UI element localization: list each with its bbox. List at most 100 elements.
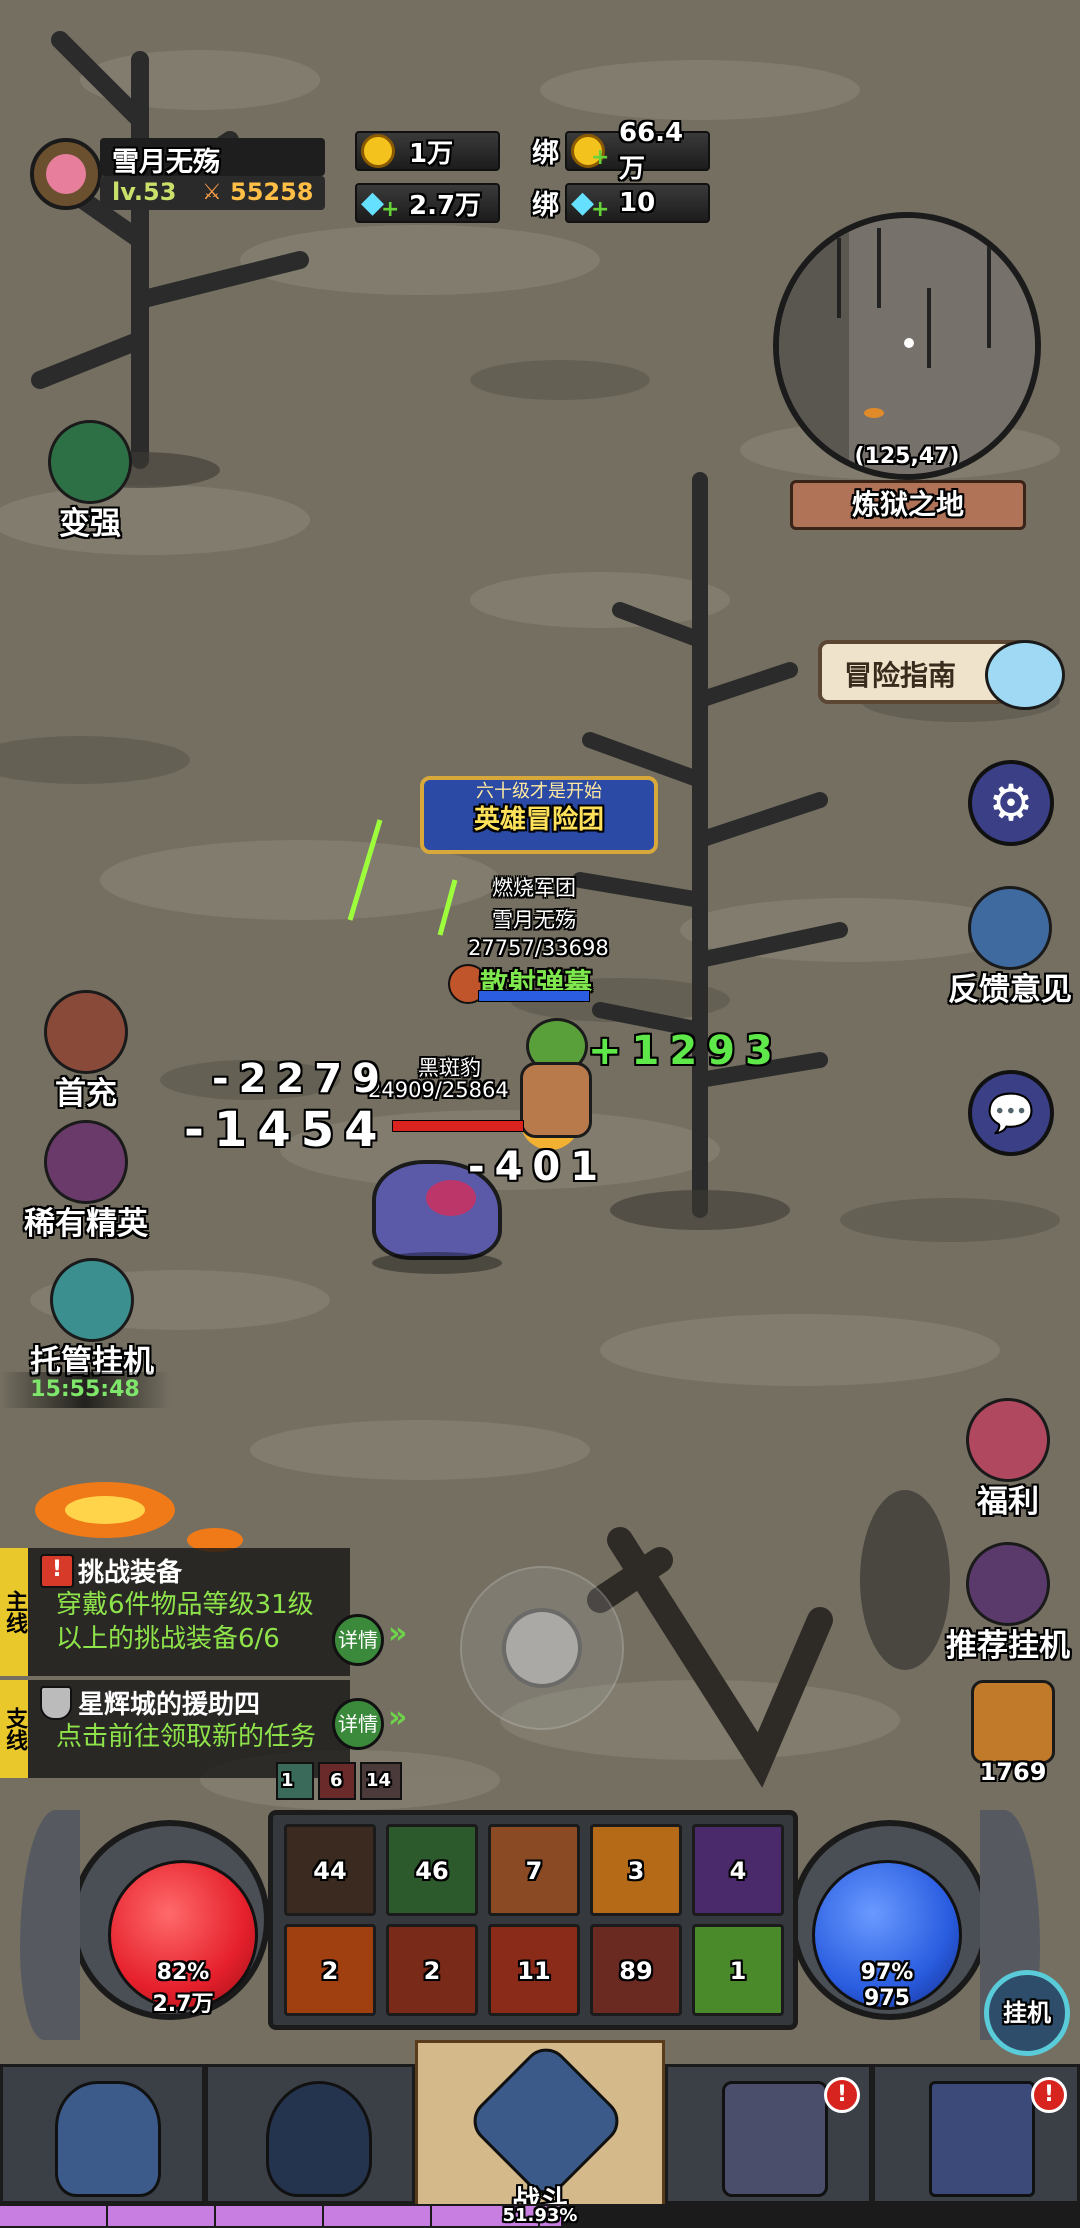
joystick-knob[interactable]	[502, 1608, 582, 1688]
player-level-plate: lv.53 ⚔ 55258	[100, 176, 325, 210]
buff-icon-2[interactable]: 6	[318, 1762, 356, 1800]
settings-button[interactable]: ⚙	[968, 760, 1054, 846]
castle-icon	[929, 2081, 1035, 2197]
guild-banner: 六十级才是开始 英雄冒险团	[420, 776, 658, 854]
bound-gold-label: 绑	[532, 138, 559, 169]
gold-coin-icon	[361, 134, 395, 168]
bound-diamond-counter[interactable]: ◆ + 10	[565, 183, 710, 223]
skill-slot-6[interactable]: 2	[284, 1924, 376, 2016]
player-name-plate: 雪月无殇	[100, 138, 325, 178]
player-level: lv.53	[112, 178, 177, 206]
letter-icon	[968, 886, 1052, 970]
recommend-idle-button[interactable]: 推荐挂机	[938, 1542, 1078, 1665]
side-quest-tag: 支线	[0, 1680, 28, 1778]
gear-icon: ⚙	[988, 774, 1034, 832]
helmet-icon	[266, 2081, 372, 2197]
strengthen-button[interactable]: 变强	[40, 420, 140, 543]
skill-slot-9[interactable]: 89	[590, 1924, 682, 2016]
idle-toggle-button[interactable]: 挂机	[984, 1970, 1070, 2056]
player-name: 雪月无殇	[112, 147, 220, 178]
skill-slot-3[interactable]: 7	[488, 1824, 580, 1916]
skill-slot-1[interactable]: 44	[284, 1824, 376, 1916]
notification-badge: !	[1031, 2077, 1067, 2113]
nav-character[interactable]	[0, 2064, 205, 2204]
shield-icon	[40, 1686, 72, 1720]
gift-bag-icon	[966, 1398, 1050, 1482]
skill-slot-7[interactable]: 2	[386, 1924, 478, 2016]
skill-slot-10[interactable]: 1	[692, 1924, 784, 2016]
nav-forge[interactable]: !	[665, 2064, 872, 2204]
mp-percent: 97%	[860, 1960, 914, 1985]
hero-guild: 燃烧军团	[492, 876, 576, 900]
nav-castle[interactable]: !	[872, 2064, 1080, 2204]
treasure-icon	[971, 1680, 1055, 1764]
virtual-joystick[interactable]	[460, 1566, 624, 1730]
add-icon: +	[381, 197, 400, 222]
stone-golem-icon	[55, 2081, 161, 2197]
hp-percent: 82%	[156, 1960, 210, 1985]
power-icon: ⚔	[202, 180, 222, 205]
side-quest-body: 点击前往领取新的任务	[56, 1722, 317, 1752]
main-quest[interactable]: 主线 ! 挑战装备 穿戴6件物品等级31级以上的挑战装备6/6	[0, 1548, 350, 1676]
gold-counter[interactable]: 1万	[355, 131, 500, 171]
player-power: 55258	[230, 178, 314, 206]
bound-gold-counter[interactable]: + 66.4万	[565, 118, 710, 184]
exp-bar: 51.93%	[0, 2204, 1080, 2228]
minimap[interactable]: (125,47)	[773, 212, 1041, 480]
main-quest-detail-button[interactable]: 详情	[332, 1614, 384, 1666]
add-icon: +	[591, 145, 610, 170]
nav-pet[interactable]	[205, 2064, 415, 2204]
buff-icon-3[interactable]: 14	[360, 1762, 402, 1800]
auto-idle-button[interactable]: 托管挂机	[12, 1258, 172, 1381]
hourglass-icon	[966, 1542, 1050, 1626]
mp-value: 975	[864, 1986, 910, 2011]
damage-number-3: -401	[468, 1144, 609, 1190]
main-quest-title: 挑战装备	[78, 1558, 183, 1588]
side-quest-detail-button[interactable]: 详情	[332, 1698, 384, 1750]
rare-elite-button[interactable]: 稀有精英	[6, 1120, 166, 1243]
welfare-button[interactable]: 福利	[958, 1398, 1058, 1521]
hero-name: 雪月无殇	[492, 908, 576, 932]
double-chevron-icon: »	[388, 1616, 408, 1651]
heal-number: +1293	[588, 1028, 783, 1074]
location-plate: 炼狱之地	[790, 480, 1026, 530]
minimap-terrain	[779, 218, 1035, 474]
gift-button[interactable]: 1769	[958, 1680, 1068, 1786]
enemy-hp-bar	[392, 1120, 524, 1132]
chat-bubble-icon: 💬	[987, 1090, 1035, 1135]
feedback-button[interactable]: 反馈意见	[940, 886, 1080, 1009]
first-recharge-button[interactable]: 首充	[36, 990, 136, 1113]
damage-number-1: -2279	[212, 1056, 390, 1102]
minimap-coords: (125,47)	[854, 444, 960, 469]
nav-battle[interactable]: 战斗	[415, 2038, 665, 2228]
sword-icon	[48, 420, 132, 504]
skull-icon	[44, 1120, 128, 1204]
skill-slot-8[interactable]: 11	[488, 1924, 580, 2016]
skill-slot-2[interactable]: 46	[386, 1824, 478, 1916]
adventure-guide-label: 冒险指南	[844, 659, 957, 692]
gate-icon	[722, 2081, 828, 2197]
skill-slot-4[interactable]: 3	[590, 1824, 682, 1916]
add-icon: +	[591, 197, 610, 222]
player-avatar[interactable]	[30, 138, 102, 210]
skill-slot-5[interactable]: 4	[692, 1824, 784, 1916]
double-chevron-icon: »	[388, 1700, 408, 1735]
auto-idle-timer: 15:55:48	[0, 1372, 170, 1408]
main-quest-tag: 主线	[0, 1548, 28, 1676]
damage-number-2: -1454	[184, 1102, 388, 1158]
notification-badge: !	[824, 2077, 860, 2113]
guide-ghost-icon	[985, 640, 1065, 710]
hero-hp-bar	[478, 990, 590, 1002]
diamond-counter[interactable]: ◆ + 2.7万	[355, 183, 500, 223]
chat-button[interactable]: 💬	[968, 1070, 1054, 1156]
exp-percent: 51.93%	[502, 2205, 578, 2226]
main-quest-body: 穿戴6件物品等级31级以上的挑战装备6/6	[56, 1590, 314, 1654]
enemy-shadow	[372, 1252, 502, 1274]
buff-icon-1[interactable]: 1	[276, 1762, 314, 1800]
side-quest-title: 星辉城的援助四	[78, 1690, 261, 1720]
sun-gift-icon	[44, 990, 128, 1074]
hero-hp: 27757/33698	[468, 936, 609, 960]
hp-value: 2.7万	[152, 1992, 214, 2017]
crystal-icon	[50, 1258, 134, 1342]
bound-diamond-label: 绑	[532, 190, 559, 221]
